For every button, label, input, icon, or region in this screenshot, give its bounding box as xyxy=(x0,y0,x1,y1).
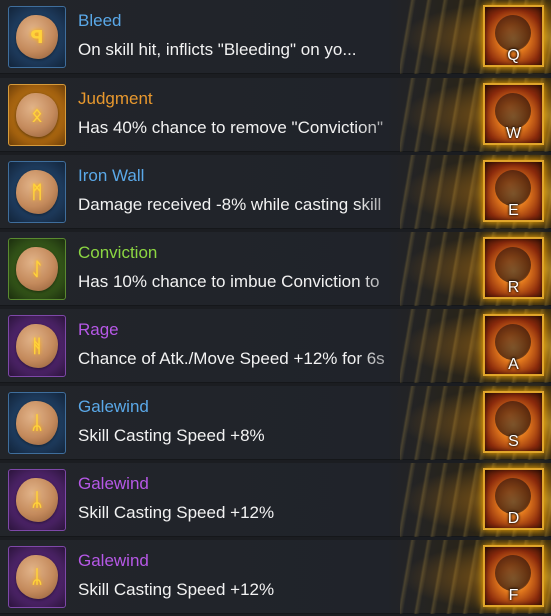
rune-stone-icon: ᛗ xyxy=(16,170,58,214)
rune-description: On skill hit, inflicts "Bleeding" on yo.… xyxy=(78,40,357,59)
skill-art-icon xyxy=(495,170,531,206)
rune-galewind-icon[interactable]: ᛦ xyxy=(8,546,66,608)
gun-skill-icon[interactable]: E xyxy=(483,160,544,222)
skill-art-icon xyxy=(495,401,531,437)
gunner-skill-icon[interactable]: A xyxy=(483,314,544,376)
skill-hotkey-label: A xyxy=(508,356,519,373)
rune-glyph-icon: ᛦ xyxy=(31,489,43,511)
skill-hotkey-label: Q xyxy=(507,47,520,64)
rune-glyph-icon: ᚻ xyxy=(31,335,43,357)
rune-row[interactable]: ᛟ Judgment Has 40% chance to remove "Convi… xyxy=(0,78,551,152)
bomb-skill-icon[interactable]: Q xyxy=(483,5,544,67)
rune-stone-icon: ᛟ xyxy=(16,93,58,137)
rune-glyph-icon: ᛦ xyxy=(31,412,43,434)
skill-art-icon xyxy=(495,478,531,514)
skill-art-icon xyxy=(495,555,531,591)
rune-stone-icon: ꟼ xyxy=(16,15,58,59)
rune-name: Rage xyxy=(78,320,119,339)
rune-stone-icon: ᛦ xyxy=(16,555,58,599)
rune-row[interactable]: ᚻ Rage Chance of Atk./Move Speed +12% for … xyxy=(0,309,551,383)
burst-skill-icon[interactable]: F xyxy=(483,545,544,607)
rune-description: Skill Casting Speed +8% xyxy=(78,426,265,445)
rune-name: Conviction xyxy=(78,243,158,262)
rune-glyph-icon: ᛟ xyxy=(31,104,43,126)
rune-glyph-icon: ᛦ xyxy=(31,566,43,588)
rune-name: Judgment xyxy=(78,89,153,108)
rune-name: Iron Wall xyxy=(78,166,145,185)
crossed-blast-skill-icon[interactable]: W xyxy=(483,83,544,145)
rune-galewind-icon[interactable]: ᛦ xyxy=(8,469,66,531)
rune-stone-icon: ᛦ xyxy=(16,401,58,445)
rune-name: Galewind xyxy=(78,551,149,570)
bullet-skill-icon[interactable]: S xyxy=(483,391,544,453)
rune-row[interactable]: ᛗ Iron Wall Damage received -8% while cast… xyxy=(0,155,551,229)
rune-row[interactable]: ꟼ Bleed On skill hit, inflicts "Bleeding" … xyxy=(0,0,551,74)
rune-name: Galewind xyxy=(78,397,149,416)
rune-description: Chance of Atk./Move Speed +12% for 6s xyxy=(78,349,385,368)
rune-row[interactable]: ᛇ Conviction Has 10% chance to imbue Convi… xyxy=(0,232,551,306)
rune-bleed-icon[interactable]: ꟼ xyxy=(8,6,66,68)
skill-hotkey-label: R xyxy=(507,279,520,296)
rune-row[interactable]: ᛦ Galewind Skill Casting Speed +12% D xyxy=(0,463,551,537)
rune-judgment-icon[interactable]: ᛟ xyxy=(8,84,66,146)
rune-glyph-icon: ᛗ xyxy=(31,181,43,203)
rune-conviction-icon[interactable]: ᛇ xyxy=(8,238,66,300)
rune-description: Has 40% chance to remove "Conviction" xyxy=(78,118,383,137)
rune-galewind-icon[interactable]: ᛦ xyxy=(8,392,66,454)
rocket-skill-icon[interactable]: D xyxy=(483,468,544,530)
skill-hotkey-label: F xyxy=(508,587,519,604)
rune-row[interactable]: ᛦ Galewind Skill Casting Speed +8% S xyxy=(0,386,551,460)
rune-row[interactable]: ᛦ Galewind Skill Casting Speed +12% F xyxy=(0,540,551,614)
rune-stone-icon: ᚻ xyxy=(16,324,58,368)
rune-glyph-icon: ꟼ xyxy=(30,26,44,48)
rune-description: Has 10% chance to imbue Conviction to xyxy=(78,272,380,291)
skill-hotkey-label: S xyxy=(508,433,519,450)
revolver-skill-icon[interactable]: R xyxy=(483,237,544,299)
rune-skill-list: ꟼ Bleed On skill hit, inflicts "Bleeding" … xyxy=(0,0,551,616)
skill-art-icon xyxy=(495,247,531,283)
rune-iron-wall-icon[interactable]: ᛗ xyxy=(8,161,66,223)
rune-stone-icon: ᛦ xyxy=(16,478,58,522)
skill-art-icon xyxy=(495,324,531,360)
skill-hotkey-label: D xyxy=(507,510,520,527)
rune-description: Skill Casting Speed +12% xyxy=(78,503,275,522)
rune-name: Galewind xyxy=(78,474,149,493)
rune-stone-icon: ᛇ xyxy=(16,247,58,291)
rune-name: Bleed xyxy=(78,11,122,30)
skill-hotkey-label: E xyxy=(508,202,519,219)
rune-description: Damage received -8% while casting skill xyxy=(78,195,382,214)
skill-hotkey-label: W xyxy=(505,125,522,142)
rune-glyph-icon: ᛇ xyxy=(31,258,43,280)
rune-rage-icon[interactable]: ᚻ xyxy=(8,315,66,377)
rune-description: Skill Casting Speed +12% xyxy=(78,580,275,599)
skill-art-icon xyxy=(495,93,531,129)
skill-art-icon xyxy=(495,15,531,51)
